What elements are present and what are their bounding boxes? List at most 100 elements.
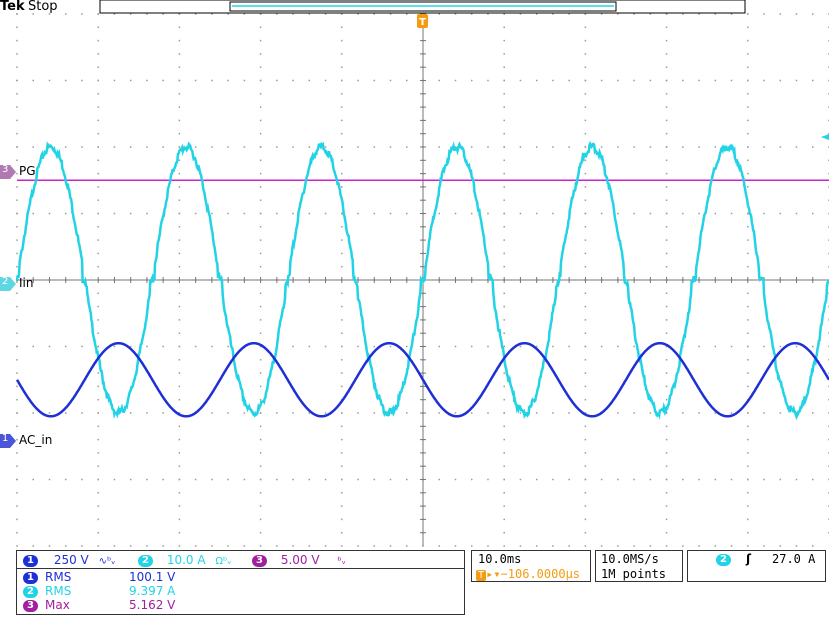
graticule-dot [584, 93, 587, 95]
graticule-dot [747, 106, 749, 108]
ch2-marker-number: 2 [2, 276, 9, 287]
graticule-dot [470, 412, 473, 414]
graticule-dot [178, 452, 181, 454]
measurements-panel[interactable]: 1 RMS 100.1 V 2 RMS 9.397 A 3 Max 5.162 V [16, 569, 465, 615]
graticule-dot [178, 212, 181, 215]
graticule-dot [795, 13, 798, 15]
graticule-dot [747, 66, 749, 68]
graticule-dot [276, 79, 278, 82]
graticule-dot [16, 438, 18, 441]
ch2-trace-label: Iin [19, 276, 34, 290]
graticule-dot [519, 412, 522, 414]
graticule-dot [519, 545, 522, 547]
graticule-dot [64, 146, 67, 148]
graticule-dot [243, 545, 246, 547]
graticule-dot [665, 478, 668, 481]
measurement-channel-badge: 2 [23, 585, 38, 598]
graticule-dot [747, 305, 749, 308]
graticule-dot [259, 39, 262, 42]
graticule-dot [454, 212, 457, 215]
graticule-dot [341, 39, 343, 42]
graticule-dot [341, 239, 343, 241]
graticule-dot [503, 292, 505, 295]
graticule-dot [665, 385, 668, 388]
graticule-dot [341, 478, 343, 481]
graticule-dot [389, 146, 392, 148]
graticule-dot [568, 412, 570, 414]
graticule-dot [503, 119, 505, 122]
graticule-dot [162, 412, 164, 414]
graticule-dot [552, 545, 554, 547]
graticule-dot [341, 265, 343, 268]
graticule-dot [438, 545, 440, 547]
channel-scale-panel[interactable]: 1 250 V ∿ᵇᵥ 2 10.0 A Ωᵇᵥ 3 5.00 V ᵇᵥ [16, 550, 465, 569]
graticule-dot [113, 478, 116, 481]
graticule-dot [211, 478, 213, 481]
trigger-level-arrow-icon[interactable] [821, 134, 829, 140]
acquisition-panel[interactable]: 10.0MS/s 1M points [595, 550, 683, 582]
graticule-dot [503, 319, 505, 321]
graticule-dot [535, 412, 538, 414]
graticule-dot [162, 146, 164, 148]
graticule-dot [665, 452, 668, 454]
measurement-row[interactable]: 2 RMS 9.397 A [23, 584, 175, 598]
graticule-dot [665, 199, 668, 201]
graticule-dot [503, 425, 505, 428]
graticule-dot [503, 199, 505, 201]
ch2-ground-marker[interactable]: 2 [0, 276, 16, 291]
graticule-dot [519, 345, 522, 348]
measurement-row[interactable]: 1 RMS 100.1 V [23, 570, 175, 584]
graticule-dot [665, 119, 668, 122]
graticule-dot [503, 332, 505, 334]
graticule-dot [16, 265, 18, 268]
graticule-dot [194, 478, 197, 481]
ch3-scale-group[interactable]: 3 5.00 V ᵇᵥ [252, 553, 346, 567]
graticule-dot [503, 172, 505, 175]
graticule-dot [324, 478, 327, 481]
ch1-scale-group[interactable]: 1 250 V ∿ᵇᵥ [23, 553, 115, 567]
graticule-dot [16, 332, 18, 334]
graticule-dot [584, 545, 587, 547]
graticule-dot [698, 212, 700, 215]
graticule-dot [584, 226, 587, 228]
graticule-dot [357, 412, 359, 414]
graticule-dot [519, 478, 522, 481]
timebase-panel[interactable]: 10.0ms T ▸▾−106.0000µs [471, 550, 591, 582]
graticule-dot [503, 186, 505, 188]
brand-logo: Tek [0, 0, 25, 14]
graticule-dot [324, 79, 327, 82]
graticule-dot [503, 398, 505, 401]
graticule-dot [16, 119, 18, 122]
graticule-dot [97, 252, 99, 255]
graticule-dot [730, 212, 733, 215]
graticule-dot [32, 478, 34, 481]
graticule-dot [503, 26, 505, 29]
graticule-dot [438, 146, 440, 148]
graticule-dot [665, 398, 668, 401]
graticule-dot [16, 172, 18, 175]
graticule-dot [259, 518, 262, 521]
ch1-ground-marker[interactable]: 1 [0, 433, 16, 448]
ch2-scale-group[interactable]: 2 10.0 A Ωᵇᵥ [138, 553, 232, 567]
graticule-dot [665, 53, 668, 55]
trigger-panel[interactable]: 2 ʃ 27.0 A [687, 550, 826, 582]
measurement-row[interactable]: 3 Max 5.162 V [23, 598, 175, 612]
graticule-dot [32, 146, 34, 148]
graticule-dot [535, 212, 538, 215]
graticule-dot [178, 119, 181, 122]
ch3-ground-marker[interactable]: 3 [0, 164, 16, 179]
graticule-dot [406, 212, 408, 215]
graticule-dot [178, 359, 181, 361]
graticule-dot [584, 265, 587, 268]
ch3-scale: 5.00 V [280, 553, 320, 567]
graticule-dot [747, 172, 749, 175]
graticule-dot [178, 172, 181, 175]
graticule-dot [373, 79, 376, 82]
graticule-dot [779, 345, 782, 348]
graticule-dot [16, 372, 18, 374]
graticule-dot [503, 93, 505, 95]
graticule-dot [178, 186, 181, 188]
graticule-dot [503, 465, 505, 467]
trigger-position-marker[interactable]: T [417, 14, 428, 28]
graticule-dot [259, 106, 262, 108]
